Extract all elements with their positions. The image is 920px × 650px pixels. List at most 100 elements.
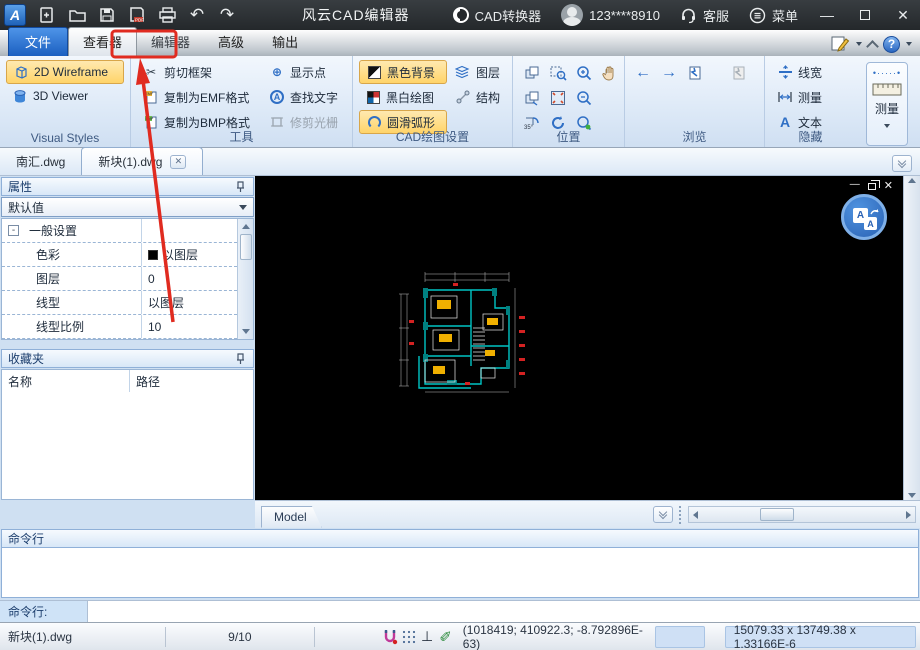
tab-file[interactable]: 文件 xyxy=(8,27,68,56)
black-background-button[interactable]: 黑色背景 xyxy=(359,60,447,84)
edit-style-icon[interactable] xyxy=(830,35,850,53)
structure-button[interactable]: 结构 xyxy=(449,85,506,109)
hide-linewidth-button[interactable]: 线宽 xyxy=(771,60,850,84)
page-return-icon[interactable] xyxy=(683,62,707,84)
ribbon-tab-row: 文件 查看器 编辑器 高级 输出 ? xyxy=(0,30,920,56)
preset-dropdown[interactable]: 默认值 xyxy=(1,197,254,217)
new-file-button[interactable] xyxy=(32,0,62,30)
emf-doc-icon: EMF xyxy=(143,89,159,105)
menu-button[interactable]: 菜单 xyxy=(741,0,806,30)
linewidth-icon xyxy=(777,64,793,80)
doc-tab-close-icon[interactable]: ✕ xyxy=(170,155,186,169)
print-button[interactable] xyxy=(152,0,182,30)
doc-minimize-icon[interactable]: — xyxy=(850,179,860,192)
property-row-layer[interactable]: 图层 0 xyxy=(2,267,237,291)
property-group-row[interactable]: - 一般设置 xyxy=(2,219,237,243)
properties-scrollbar[interactable] xyxy=(237,219,253,339)
zoom-in-icon[interactable] xyxy=(572,62,596,84)
layers-button[interactable]: 图层 xyxy=(449,60,506,84)
ortho-icon[interactable]: ⊥ xyxy=(418,627,436,647)
status-bar: 新块(1).dwg 9/10 ⊥ ✐ (1018419; 410922.3; -… xyxy=(0,622,920,650)
model-tab[interactable]: Model xyxy=(261,506,322,528)
command-input[interactable] xyxy=(88,601,920,622)
translate-button[interactable]: A A xyxy=(841,194,887,240)
canvas-horizontal-scrollbar[interactable] xyxy=(688,506,916,523)
measure-arrows-icon xyxy=(777,89,793,105)
account-button[interactable]: 123****8910 xyxy=(553,0,668,30)
browse-back-button[interactable]: ← xyxy=(631,64,655,82)
help-button[interactable]: ? xyxy=(883,36,900,53)
splitter-handle[interactable] xyxy=(679,506,684,524)
tab-advanced[interactable]: 高级 xyxy=(204,28,258,56)
save-button[interactable] xyxy=(92,0,122,30)
svg-text:BMP: BMP xyxy=(146,117,154,121)
maximize-button[interactable] xyxy=(848,0,882,30)
redo-button[interactable]: ↷ xyxy=(212,0,242,30)
minimize-button[interactable]: — xyxy=(810,0,844,30)
doc-restore-icon[interactable] xyxy=(868,179,876,192)
status-filename: 新块(1).dwg xyxy=(0,627,166,647)
scroll-left-icon[interactable] xyxy=(693,511,698,519)
drawing-canvas[interactable]: — ✕ A A xyxy=(255,176,903,500)
command-panel: 命令行 xyxy=(0,528,920,600)
show-points-button[interactable]: ⊕ 显示点 xyxy=(263,60,344,84)
measure-panel-button[interactable]: •·····• 测量 xyxy=(866,62,908,146)
property-row-color[interactable]: 色彩 以图层 xyxy=(2,243,237,267)
tab-list-button[interactable] xyxy=(892,155,912,172)
grid-icon[interactable] xyxy=(399,627,417,647)
copy-view-icon[interactable] xyxy=(520,62,544,84)
hscroll-thumb[interactable] xyxy=(760,508,794,521)
favorites-list[interactable]: 名称 路径 xyxy=(1,369,254,500)
canvas-vertical-scrollbar[interactable] xyxy=(903,176,920,500)
hide-measure-button[interactable]: 测量 xyxy=(771,85,850,109)
favorites-header: 收藏夹 xyxy=(1,349,254,368)
draft-pencil-icon[interactable]: ✐ xyxy=(436,627,454,647)
pan-hand-icon[interactable] xyxy=(598,62,622,84)
paste-view-icon[interactable] xyxy=(520,87,544,109)
tab-output[interactable]: 输出 xyxy=(258,28,312,56)
pin-icon[interactable] xyxy=(236,181,247,193)
show-points-icon: ⊕ xyxy=(269,64,285,80)
close-button[interactable]: ✕ xyxy=(886,0,920,30)
zoom-extents-icon[interactable] xyxy=(546,87,570,109)
find-text-button[interactable]: A 查找文字 xyxy=(263,85,344,109)
color-swatch xyxy=(148,250,158,260)
tab-viewer[interactable]: 查看器 xyxy=(68,27,137,56)
open-file-button[interactable] xyxy=(62,0,92,30)
username: 123****8910 xyxy=(589,8,660,23)
clip-frame-button[interactable]: ✂ 剪切框架 xyxy=(137,60,261,84)
osnap-icon[interactable] xyxy=(381,627,399,647)
tab-editor[interactable]: 编辑器 xyxy=(137,28,204,56)
help-dropdown[interactable] xyxy=(906,42,912,46)
collapse-ribbon-icon[interactable] xyxy=(866,40,879,53)
property-row-ltscale[interactable]: 线型比例 10 xyxy=(2,315,237,339)
zoom-out-icon[interactable] xyxy=(572,87,596,109)
scroll-thumb[interactable] xyxy=(240,234,252,260)
zoom-window-icon[interactable] xyxy=(546,62,570,84)
pin-icon[interactable] xyxy=(236,353,247,365)
save-pdf-button[interactable]: PDF xyxy=(122,0,152,30)
ruler-icon xyxy=(872,81,902,97)
browse-forward-button[interactable]: → xyxy=(657,64,681,82)
app-logo-icon[interactable]: A xyxy=(4,4,26,26)
undo-button[interactable]: ↶ xyxy=(182,0,212,30)
doc-close-icon[interactable]: ✕ xyxy=(884,179,893,192)
model-tab-bar: Model xyxy=(255,500,920,528)
2d-wireframe-button[interactable]: 2D Wireframe xyxy=(6,60,124,84)
scroll-right-icon[interactable] xyxy=(906,511,911,519)
property-row-linetype[interactable]: 线型 以图层 xyxy=(2,291,237,315)
edit-style-dropdown[interactable] xyxy=(856,42,862,46)
structure-icon xyxy=(455,89,471,105)
cylinder-icon xyxy=(12,88,28,104)
bw-drawing-button[interactable]: 黑白绘图 xyxy=(359,85,447,109)
status-page-indicator: 9/10 xyxy=(166,627,315,647)
collapse-icon[interactable]: - xyxy=(8,225,19,236)
doc-tab-xinkuai[interactable]: 新块(1).dwg ✕ xyxy=(81,147,203,175)
doc-tab-nanhui[interactable]: 南汇.dwg xyxy=(0,148,81,175)
3d-viewer-button[interactable]: 3D Viewer xyxy=(6,84,124,108)
layout-list-button[interactable] xyxy=(653,506,673,523)
command-output[interactable] xyxy=(1,548,919,598)
cad-converter-button[interactable]: CAD转换器 xyxy=(445,0,549,30)
support-button[interactable]: 客服 xyxy=(672,0,737,30)
copy-emf-button[interactable]: EMF 复制为EMF格式 xyxy=(137,85,261,109)
